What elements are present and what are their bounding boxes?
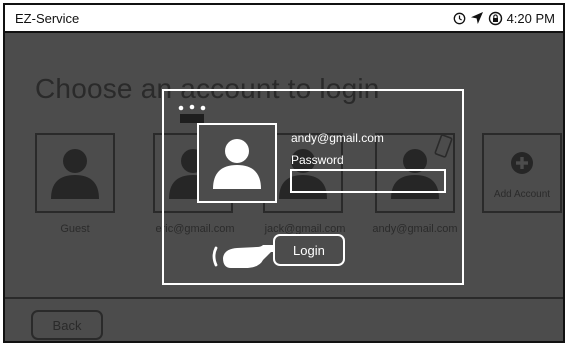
status-icons: 4:20 PM bbox=[453, 11, 555, 26]
login-button[interactable]: Login bbox=[273, 234, 345, 266]
add-account-button[interactable]: Add Account bbox=[482, 133, 562, 213]
selected-account-email: andy@gmail.com bbox=[291, 131, 384, 145]
person-icon bbox=[51, 149, 99, 199]
phone-icon bbox=[434, 134, 453, 158]
selected-account-avatar bbox=[197, 123, 277, 203]
back-button[interactable]: Back bbox=[31, 310, 103, 340]
alarm-clock-icon bbox=[453, 12, 466, 25]
crown-icon bbox=[178, 104, 206, 123]
status-bar: EZ-Service 4:20 PM bbox=[5, 5, 563, 33]
person-icon bbox=[213, 139, 261, 189]
add-account-label: Add Account bbox=[493, 189, 551, 200]
clock-time: 4:20 PM bbox=[506, 10, 555, 26]
account-tile-guest[interactable] bbox=[35, 133, 115, 213]
location-arrow-icon bbox=[470, 11, 484, 25]
password-input[interactable] bbox=[290, 169, 446, 193]
password-label: Password bbox=[291, 153, 344, 167]
app-title: EZ-Service bbox=[15, 10, 80, 26]
rotation-lock-icon bbox=[488, 11, 503, 26]
app-screen: EZ-Service 4:20 PM Choose an account to … bbox=[3, 3, 565, 343]
account-label: Guest bbox=[60, 223, 90, 235]
